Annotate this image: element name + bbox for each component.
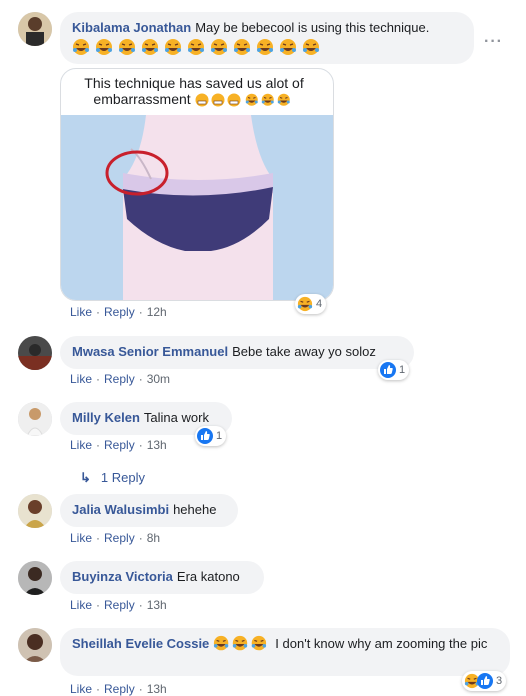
- comment-text: I don't know why am zooming the pic: [275, 636, 488, 651]
- reply-link[interactable]: Reply: [104, 682, 135, 696]
- timestamp[interactable]: 30m: [147, 372, 170, 386]
- reaction-badge[interactable]: 3: [462, 671, 507, 691]
- reply-link[interactable]: Reply: [104, 305, 135, 319]
- like-link[interactable]: Like: [70, 438, 92, 452]
- comment-text: May be bebecool is using this technique.: [195, 20, 430, 35]
- like-link[interactable]: Like: [70, 682, 92, 696]
- comment-text: Bebe take away yo soloz: [232, 344, 376, 359]
- commenter-name[interactable]: Mwasa Senior Emmanuel: [72, 344, 228, 359]
- comment-actions: Like · Reply · 30m: [70, 372, 171, 386]
- timestamp[interactable]: 12h: [147, 305, 167, 319]
- view-replies-link[interactable]: ↳ 1 Reply: [80, 470, 145, 486]
- laughing-emoji-row: [72, 38, 462, 56]
- image-caption: This technique has saved us alot of emba…: [84, 75, 304, 107]
- commenter-name[interactable]: Jalia Walusimbi: [72, 502, 169, 517]
- like-reaction-icon: [477, 673, 493, 689]
- avatar[interactable]: [18, 12, 52, 46]
- like-link[interactable]: Like: [70, 305, 92, 319]
- like-link[interactable]: Like: [70, 372, 92, 386]
- comment-bubble: Kibalama Jonathan May be bebecool is usin…: [60, 12, 474, 64]
- commenter-name[interactable]: Sheillah Evelie Cossie: [72, 636, 209, 651]
- reply-link[interactable]: Reply: [104, 598, 135, 612]
- grimace-laugh-emoji-icon: [195, 93, 290, 107]
- reaction-badge[interactable]: 4: [295, 294, 327, 314]
- reaction-badge[interactable]: 1: [195, 426, 227, 446]
- comment-actions: Like · Reply · 8h: [70, 531, 161, 545]
- timestamp[interactable]: 13h: [147, 682, 167, 696]
- comment-bubble: Sheillah Evelie Cossie I don't know why a…: [60, 628, 510, 676]
- commenter-name[interactable]: Milly Kelen: [72, 410, 140, 425]
- like-reaction-icon: [197, 428, 213, 444]
- avatar[interactable]: [18, 628, 52, 662]
- comment-text: hehehe: [173, 502, 217, 517]
- reply-link[interactable]: Reply: [104, 438, 135, 452]
- timestamp[interactable]: 13h: [147, 438, 167, 452]
- commenter-name[interactable]: Kibalama Jonathan: [72, 20, 191, 35]
- avatar[interactable]: [18, 336, 52, 370]
- comment-actions: Like · Reply · 13h: [70, 682, 167, 696]
- reaction-badge[interactable]: 1: [378, 360, 410, 380]
- laughing-emoji-icon: [213, 635, 267, 651]
- commenter-name[interactable]: Buyinza Victoria: [72, 569, 173, 584]
- comment-bubble: Mwasa Senior Emmanuel Bebe take away yo s…: [60, 336, 414, 369]
- comment-text: Era katono: [176, 569, 240, 584]
- timestamp[interactable]: 13h: [147, 598, 167, 612]
- reply-link[interactable]: Reply: [104, 531, 135, 545]
- avatar[interactable]: [18, 494, 52, 528]
- avatar[interactable]: [18, 561, 52, 595]
- comment-image[interactable]: This technique has saved us alot of emba…: [60, 68, 334, 301]
- comment-actions: Like · Reply · 13h: [70, 438, 167, 452]
- comment-actions: Like · Reply · 12h: [70, 305, 167, 319]
- reply-link[interactable]: Reply: [104, 372, 135, 386]
- like-reaction-icon: [380, 362, 396, 378]
- timestamp[interactable]: 8h: [147, 531, 160, 545]
- avatar[interactable]: [18, 402, 52, 436]
- haha-reaction-icon: [297, 296, 313, 312]
- ellipsis-icon[interactable]: ···: [484, 33, 503, 51]
- like-link[interactable]: Like: [70, 598, 92, 612]
- comment-actions: Like · Reply · 13h: [70, 598, 167, 612]
- comment-bubble: Jalia Walusimbi hehehe: [60, 494, 238, 527]
- laughing-emoji-icon: [73, 38, 320, 56]
- comment-bubble: Buyinza Victoria Era katono: [60, 561, 264, 594]
- like-link[interactable]: Like: [70, 531, 92, 545]
- comment-text: Talina work: [143, 410, 209, 425]
- reply-arrow-icon: ↳: [80, 470, 91, 485]
